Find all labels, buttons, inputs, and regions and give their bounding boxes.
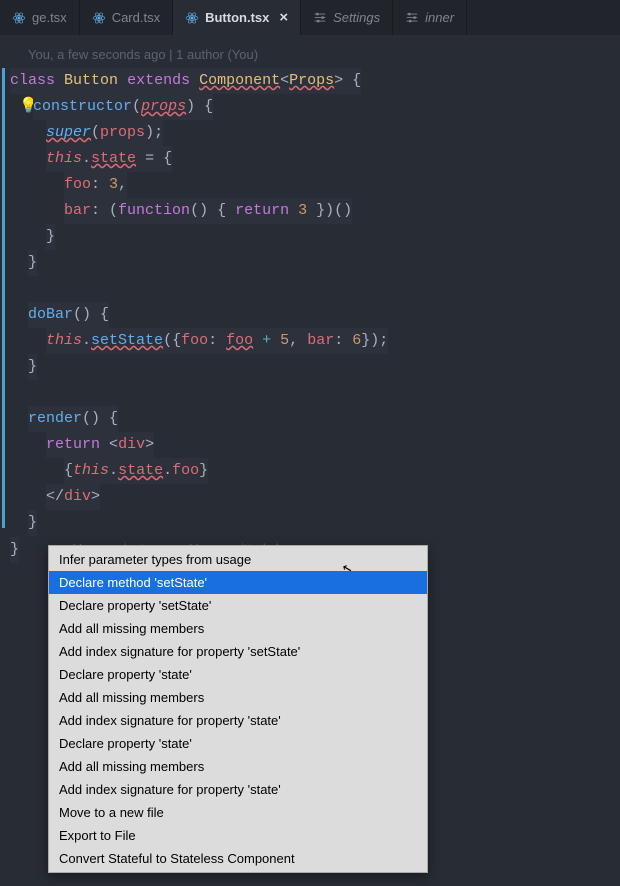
tab-settings[interactable]: Settings: [301, 0, 393, 35]
quick-fix-item[interactable]: Move to a new file: [49, 801, 427, 824]
close-icon[interactable]: ×: [279, 10, 288, 25]
quick-fix-item[interactable]: Convert Stateful to Stateless Component: [49, 847, 427, 870]
lightbulb-icon[interactable]: 💡: [19, 94, 33, 120]
tab-button[interactable]: Button.tsx ×: [173, 0, 301, 35]
tab-ge[interactable]: ge.tsx: [0, 0, 80, 35]
quick-fix-item[interactable]: Add index signature for property 'state': [49, 709, 427, 732]
tab-label: Button.tsx: [205, 10, 269, 25]
quick-fix-item[interactable]: Infer parameter types from usage: [49, 548, 427, 571]
tab-label: Card.tsx: [112, 10, 160, 25]
quick-fix-item[interactable]: Add all missing members: [49, 617, 427, 640]
tab-card[interactable]: Card.tsx: [80, 0, 173, 35]
settings-icon: [405, 11, 419, 25]
git-blame-header: You, a few seconds ago | 1 author (You): [0, 47, 620, 62]
tab-label: inner: [425, 10, 454, 25]
react-icon: [92, 11, 106, 25]
react-icon: [12, 11, 26, 25]
quick-fix-item[interactable]: Add all missing members: [49, 755, 427, 778]
settings-icon: [313, 11, 327, 25]
react-icon: [185, 11, 199, 25]
quick-fix-item[interactable]: Add index signature for property 'state': [49, 778, 427, 801]
quick-fix-item[interactable]: Declare property 'state': [49, 732, 427, 755]
tab-inner[interactable]: inner: [393, 0, 467, 35]
quick-fix-item[interactable]: Export to File: [49, 824, 427, 847]
quick-fix-item[interactable]: Declare method 'setState': [49, 571, 427, 594]
quick-fix-item[interactable]: Declare property 'state': [49, 663, 427, 686]
quick-fix-item[interactable]: Add all missing members: [49, 686, 427, 709]
gutter-modified-bar: [2, 68, 5, 528]
tab-bar: ge.tsx Card.tsx Button.tsx × Settings in…: [0, 0, 620, 35]
quick-fix-item[interactable]: Declare property 'setState': [49, 594, 427, 617]
editor[interactable]: You, a few seconds ago | 1 author (You) …: [0, 35, 620, 563]
quick-fix-item[interactable]: Add index signature for property 'setSta…: [49, 640, 427, 663]
tab-label: ge.tsx: [32, 10, 67, 25]
quick-fix-menu: Infer parameter types from usageDeclare …: [48, 545, 428, 873]
tab-label: Settings: [333, 10, 380, 25]
code-area[interactable]: class Button extends Component<Props> { …: [0, 68, 620, 563]
